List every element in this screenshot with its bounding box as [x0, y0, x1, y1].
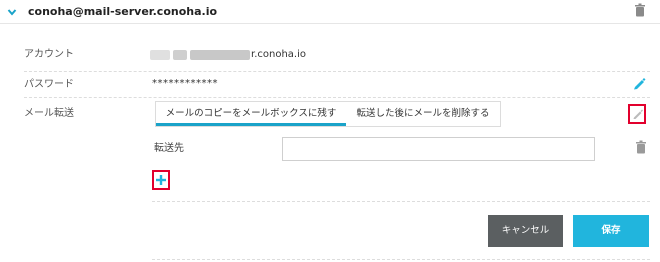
- divider: [152, 259, 650, 260]
- edit-forward-button[interactable]: [628, 104, 646, 124]
- account-value-suffix: r.conoha.io: [251, 49, 306, 60]
- trash-icon[interactable]: [635, 140, 647, 154]
- divider: [152, 201, 650, 202]
- blurred-text: [190, 50, 250, 60]
- cancel-button[interactable]: キャンセル: [488, 215, 563, 247]
- pencil-icon: [633, 109, 643, 119]
- chevron-down-icon[interactable]: [7, 7, 17, 17]
- trash-icon[interactable]: [634, 3, 646, 17]
- destination-input[interactable]: [282, 137, 595, 161]
- divider: [24, 71, 650, 72]
- pencil-icon[interactable]: [632, 76, 646, 90]
- account-label: アカウント: [24, 49, 74, 60]
- plus-icon: [156, 175, 166, 185]
- password-value: ************: [152, 78, 218, 89]
- forward-mode-option-keep-copy[interactable]: メールのコピーをメールボックスに残す: [156, 102, 346, 126]
- destination-label: 転送先: [154, 143, 184, 154]
- forward-label: メール転送: [24, 108, 74, 119]
- forward-mode-option-delete-after[interactable]: 転送した後にメールを削除する: [346, 102, 500, 126]
- account-header[interactable]: conoha@mail-server.conoha.io: [0, 0, 660, 24]
- password-label: パスワード: [24, 79, 74, 90]
- save-button[interactable]: 保存: [573, 215, 649, 247]
- blurred-text: [173, 50, 187, 60]
- account-title: conoha@mail-server.conoha.io: [28, 5, 218, 18]
- forward-mode-selector[interactable]: メールのコピーをメールボックスに残す 転送した後にメールを削除する: [155, 101, 501, 127]
- add-forward-button[interactable]: [152, 170, 170, 190]
- blurred-text: [150, 50, 170, 60]
- divider: [24, 97, 650, 98]
